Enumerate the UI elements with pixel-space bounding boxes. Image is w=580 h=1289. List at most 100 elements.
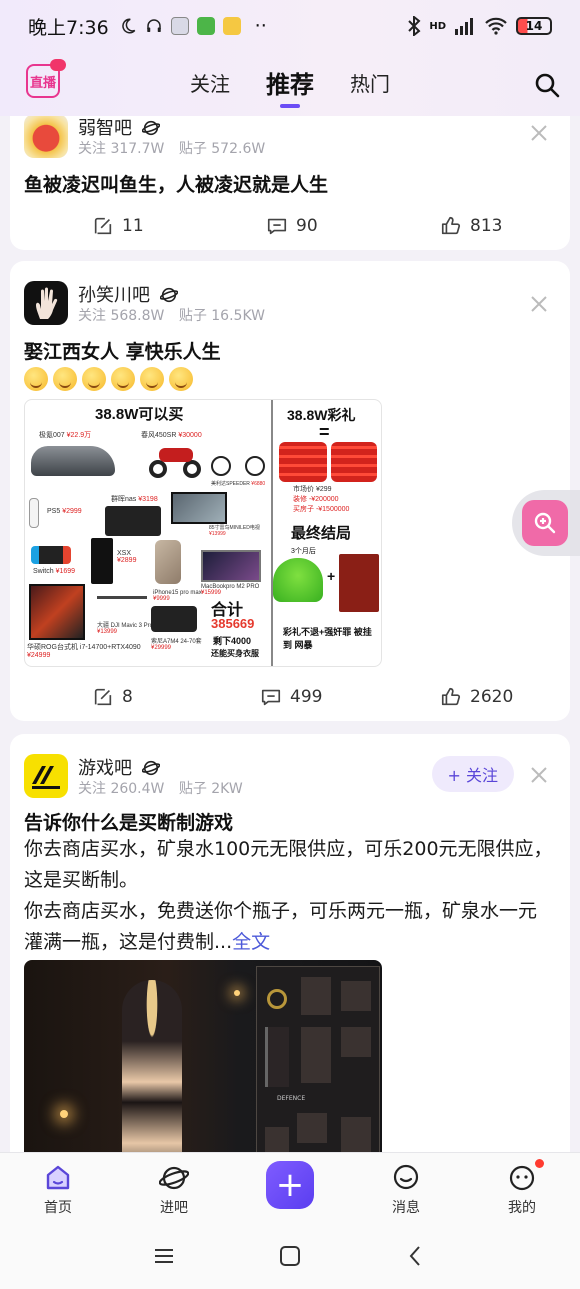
item-label: 大疆 DJI Mavic 3 Pro ¥13999 bbox=[97, 623, 154, 635]
camera-image bbox=[151, 606, 197, 632]
like-button[interactable]: 2620 bbox=[440, 677, 513, 717]
nav-forums[interactable]: 进吧 bbox=[134, 1163, 214, 1217]
nav-home[interactable]: 首页 bbox=[18, 1163, 98, 1217]
live-button[interactable]: 直播 bbox=[26, 59, 66, 98]
post-image[interactable]: 38.8W可以买 极氪007 ¥22.9万 春风450SR ¥30000 美利达… bbox=[24, 399, 382, 667]
forum-post-count: 贴子 2KW bbox=[178, 781, 243, 797]
tab-recommended[interactable]: 推荐 bbox=[266, 62, 314, 108]
floating-zoom-button[interactable] bbox=[512, 490, 580, 556]
tab-hot[interactable]: 热门 bbox=[350, 62, 390, 102]
post-title[interactable]: 鱼被凌迟叫鱼生，人被凌迟就是人生 bbox=[24, 170, 328, 197]
like-button[interactable]: 813 bbox=[440, 206, 502, 246]
bicycle-image bbox=[211, 448, 267, 476]
feed-tabs: 关注 推荐 热门 bbox=[190, 62, 390, 108]
remaining-note: 还能买身衣服 bbox=[211, 649, 259, 658]
green-hat-image bbox=[273, 558, 323, 602]
dismiss-post-icon[interactable] bbox=[530, 766, 548, 784]
candle-light bbox=[60, 1110, 68, 1118]
hand-gesture-image bbox=[36, 287, 58, 319]
create-post-button[interactable]: + bbox=[266, 1161, 314, 1209]
post-title[interactable]: 告诉你什么是买断制游戏 bbox=[24, 808, 233, 835]
item-label: 85寸雷鸟MINILED电视 ¥13999 bbox=[209, 525, 260, 537]
bluetooth-icon bbox=[408, 16, 421, 36]
item-label: 华硕ROG台式机 i7-14700+RTX4090 ¥24999 bbox=[27, 644, 141, 659]
follow-forum-button[interactable]: + 关注 bbox=[431, 756, 514, 792]
forum-name[interactable]: 弱智吧 bbox=[78, 116, 160, 140]
live-logo-text: 直播 bbox=[29, 75, 56, 91]
plus-icon: + bbox=[275, 1165, 305, 1205]
forum-name[interactable]: 孙笑川吧 bbox=[78, 281, 178, 307]
home-square-icon[interactable] bbox=[278, 1244, 302, 1268]
message-icon bbox=[393, 1164, 419, 1190]
status-system-icons: HD 14 bbox=[407, 16, 552, 36]
post-actions: 8 499 2620 bbox=[10, 677, 570, 717]
inventory-slot bbox=[341, 981, 371, 1011]
defence-label: DEFENCE bbox=[277, 1095, 306, 1102]
search-icon[interactable] bbox=[534, 72, 560, 98]
comment-button[interactable]: 90 bbox=[266, 206, 318, 246]
forum-name-text[interactable]: 游戏吧 bbox=[78, 758, 132, 779]
comment-button[interactable]: 499 bbox=[260, 677, 322, 717]
dismiss-post-icon[interactable] bbox=[530, 124, 548, 142]
forum-post-count: 贴子 16.5KW bbox=[178, 308, 265, 324]
forum-avatar[interactable] bbox=[24, 116, 68, 158]
game-logo-image bbox=[32, 766, 60, 789]
motorcycle-image bbox=[149, 444, 203, 480]
nav-label: 消息 bbox=[392, 1200, 420, 1216]
repost-button[interactable]: 11 bbox=[92, 206, 144, 246]
image-footer: 彩礼不退+强奸罪 被挂到 网暴 bbox=[283, 626, 379, 652]
emoji-row bbox=[24, 367, 193, 391]
candle-light bbox=[234, 990, 240, 996]
forum-avatar[interactable] bbox=[24, 754, 68, 798]
forum-name-text[interactable]: 弱智吧 bbox=[78, 118, 132, 139]
profile-icon bbox=[509, 1165, 535, 1191]
item-label: 美利达SPEEDER ¥6880 bbox=[211, 481, 266, 487]
inventory-slot bbox=[265, 1027, 289, 1087]
total-value: 385669 bbox=[211, 616, 255, 631]
nav-label: 我的 bbox=[508, 1200, 536, 1216]
nav-messages[interactable]: 消息 bbox=[366, 1163, 446, 1217]
status-notification-icons: ·· bbox=[119, 15, 267, 37]
tab-following[interactable]: 关注 bbox=[190, 62, 230, 102]
notification-dot bbox=[535, 1159, 544, 1168]
post-body[interactable]: 你去商店买水，矿泉水100元无限供应，可乐200元无限供应，这是买断制。 你去商… bbox=[24, 834, 554, 958]
read-more-link[interactable]: 全文 bbox=[232, 931, 270, 953]
emoji-icon bbox=[111, 367, 135, 391]
certificate-image bbox=[339, 554, 379, 612]
post-image[interactable]: DEFENCE bbox=[24, 960, 382, 1152]
comment-icon bbox=[267, 218, 287, 235]
moon-icon bbox=[121, 18, 135, 34]
menu-icon[interactable] bbox=[152, 1244, 176, 1268]
headphones-icon bbox=[146, 19, 161, 32]
bottom-navigation: 首页 进吧 + 消息 我的 bbox=[0, 1152, 580, 1224]
zoom-in-icon bbox=[534, 512, 556, 534]
thumbs-up-icon bbox=[441, 216, 461, 235]
nav-label: 首页 bbox=[44, 1200, 72, 1216]
item-label: PS5 ¥2999 bbox=[47, 508, 82, 515]
back-icon[interactable] bbox=[404, 1244, 428, 1268]
emoji-icon bbox=[24, 367, 48, 391]
inventory-slot bbox=[265, 1127, 289, 1152]
comment-count: 90 bbox=[296, 216, 318, 236]
zoom-in-button[interactable] bbox=[522, 500, 568, 546]
item-label: XSX ¥2899 bbox=[117, 550, 137, 564]
post-title[interactable]: 娶江西女人 享快乐人生 bbox=[24, 337, 221, 364]
forum-name[interactable]: 游戏吧 bbox=[78, 754, 160, 780]
like-count: 813 bbox=[470, 216, 503, 236]
red-quilts-image bbox=[279, 442, 377, 482]
status-bar: 晚上7:36 ·· HD 14 bbox=[0, 0, 580, 52]
post-card[interactable]: 游戏吧 关注 260.4W 贴子 2KW + 关注 告诉你什么是买断制游戏 你去… bbox=[10, 734, 570, 1152]
post-feed[interactable]: 弱智吧 关注 317.7W 贴子 572.6W 鱼被凌迟叫鱼生，人被凌迟就是人生… bbox=[0, 116, 580, 1152]
dismiss-post-icon[interactable] bbox=[530, 295, 548, 313]
forum-planet-icon bbox=[159, 287, 178, 303]
forum-name-text[interactable]: 孙笑川吧 bbox=[78, 285, 150, 306]
house-cost: 买房子 -¥1500000 bbox=[293, 506, 350, 513]
post-card[interactable]: 孙笑川吧 关注 568.8W 贴子 16.5KW 娶江西女人 享快乐人生 38.… bbox=[10, 261, 570, 721]
repost-count: 8 bbox=[122, 687, 133, 707]
forum-avatar[interactable] bbox=[24, 281, 68, 325]
repost-button[interactable]: 8 bbox=[92, 677, 133, 717]
post-card[interactable]: 弱智吧 关注 317.7W 贴子 572.6W 鱼被凌迟叫鱼生，人被凌迟就是人生… bbox=[10, 116, 570, 250]
system-navigation bbox=[0, 1224, 580, 1289]
top-navigation: 直播 关注 推荐 热门 bbox=[0, 52, 580, 116]
nav-profile[interactable]: 我的 bbox=[482, 1159, 562, 1217]
